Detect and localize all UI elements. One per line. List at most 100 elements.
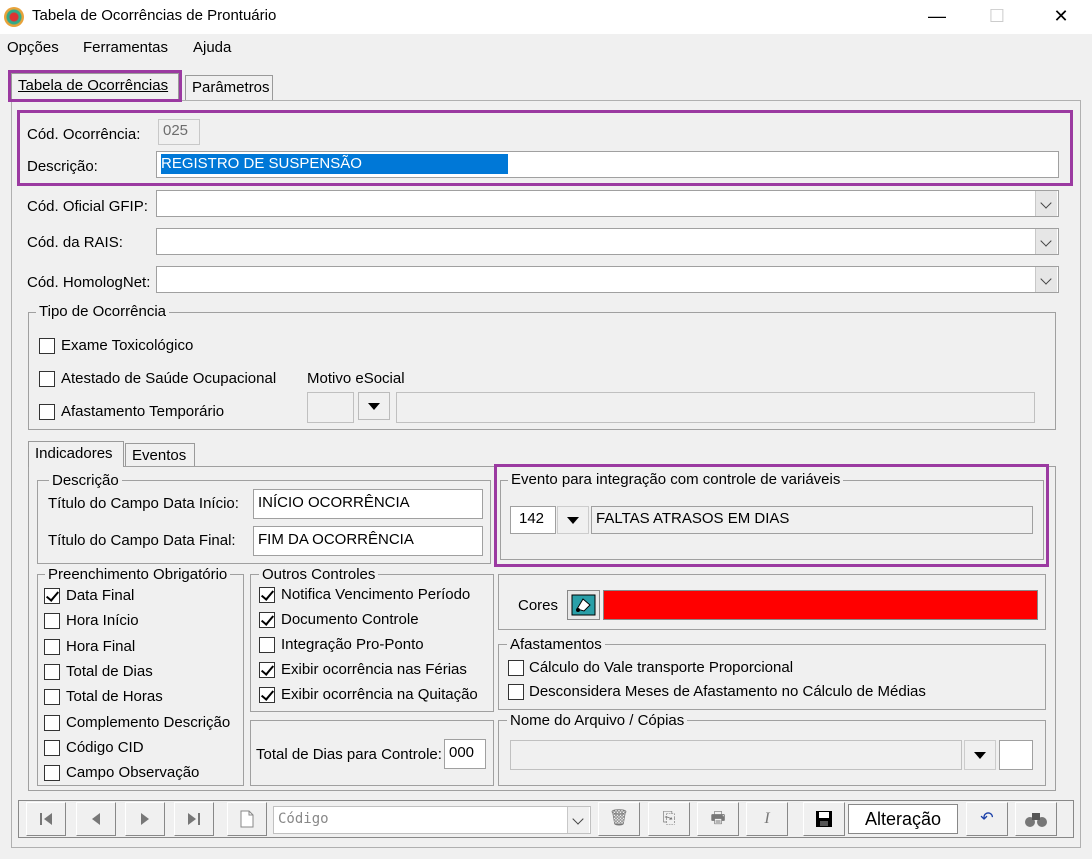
outros-checkbox-0[interactable] (259, 587, 275, 603)
first-record-button[interactable] (26, 802, 66, 836)
tab-label: Parâmetros (192, 79, 270, 96)
tab-parametros[interactable]: Parâmetros (185, 75, 273, 101)
tab-indicadores[interactable]: Indicadores (28, 441, 124, 467)
preenchimento-label-4: Total de Horas (66, 688, 163, 706)
color-swatch[interactable] (603, 590, 1038, 620)
total-dias-input[interactable]: 000 (444, 739, 486, 769)
new-record-button[interactable] (227, 802, 267, 836)
data-inicio-label: Título do Campo Data Início: (48, 495, 239, 512)
rais-dropdown-chevron-icon[interactable] (1035, 229, 1057, 254)
highlight-evento (494, 464, 1049, 567)
homolognet-dropdown-chevron-icon[interactable] (1035, 267, 1057, 292)
outros-checkbox-2[interactable] (259, 637, 275, 653)
motivo-esocial-description[interactable] (396, 392, 1035, 423)
descricao-value: REGISTRO DE SUSPENSÃO (161, 154, 508, 174)
rais-label: Cód. da RAIS: (27, 234, 123, 251)
desconsidera-meses-label: Desconsidera Meses de Afastamento no Cál… (529, 683, 926, 700)
exame-toxicologico-label: Exame Toxicológico (61, 337, 194, 354)
gfip-combo[interactable] (156, 190, 1059, 217)
copias-input[interactable] (999, 740, 1033, 770)
afastamento-temporario-checkbox[interactable] (39, 404, 55, 420)
motivo-esocial-code[interactable] (307, 392, 354, 423)
descricao-input[interactable]: REGISTRO DE SUSPENSÃO (156, 151, 1059, 178)
menu-opcoes[interactable]: Opções (7, 39, 59, 56)
preenchimento-checkbox-5[interactable] (44, 714, 60, 731)
desconsidera-meses-checkbox[interactable] (508, 684, 524, 700)
dropdown-arrow-icon (368, 403, 380, 410)
data-final-label: Título do Campo Data Final: (48, 532, 236, 549)
arquivo-input[interactable] (510, 740, 962, 770)
afastamentos-legend: Afastamentos (507, 636, 605, 653)
preenchimento-legend: Preenchimento Obrigatório (45, 566, 231, 583)
prev-icon (92, 813, 100, 825)
mode-indicator: Alteração (848, 804, 958, 834)
homolognet-combo[interactable] (156, 266, 1059, 293)
menu-ferramentas[interactable]: Ferramentas (83, 39, 168, 56)
menu-ajuda[interactable]: Ajuda (193, 39, 231, 56)
preenchimento-checkbox-0[interactable] (44, 588, 60, 604)
vale-transporte-label: Cálculo do Vale transporte Proporcional (529, 659, 794, 676)
save-button[interactable] (803, 802, 845, 836)
preenchimento-checkbox-2[interactable] (44, 638, 60, 655)
italic-button[interactable]: I (746, 802, 788, 836)
binoculars-icon (1025, 813, 1047, 827)
cod-ocorrencia-label: Cód. Ocorrência: (27, 126, 141, 143)
tab-eventos[interactable]: Eventos (125, 443, 195, 467)
homolognet-label: Cód. HomologNet: (27, 274, 151, 291)
data-inicio-input[interactable]: INÍCIO OCORRÊNCIA (253, 489, 483, 519)
descricao-group-legend: Descrição (49, 472, 122, 489)
outros-checkbox-3[interactable] (259, 662, 275, 678)
new-document-icon (240, 810, 254, 828)
preenchimento-checkbox-4[interactable] (44, 689, 60, 706)
preenchimento-label-1: Hora Início (66, 612, 139, 630)
dropdown-arrow-icon (974, 752, 986, 759)
preenchimento-checkbox-6[interactable] (44, 739, 60, 756)
maximize-button[interactable]: ☐ (974, 0, 1020, 34)
delete-button[interactable]: 🗑 (598, 802, 640, 836)
preenchimento-checkbox-1[interactable] (44, 613, 60, 630)
gfip-dropdown-chevron-icon[interactable] (1035, 191, 1057, 216)
cod-ocorrencia-input[interactable]: 025 (158, 119, 200, 145)
color-picker-button[interactable] (567, 590, 600, 620)
motivo-esocial-label: Motivo eSocial (307, 370, 405, 387)
print-icon: 🖶 (710, 810, 726, 827)
preenchimento-label-5: Complemento Descrição (66, 713, 231, 731)
codigo-dropdown-chevron-icon[interactable] (567, 807, 589, 833)
outros-label-2: Integração Pro-Ponto (281, 636, 424, 653)
atestado-label: Atestado de Saúde Ocupacional (61, 370, 277, 387)
save-icon (816, 811, 832, 827)
minimize-button[interactable]: — (914, 0, 960, 34)
codigo-search-combo[interactable]: Código (273, 806, 591, 834)
exame-toxicologico-checkbox[interactable] (39, 338, 55, 354)
data-final-input[interactable]: FIM DA OCORRÊNCIA (253, 526, 483, 556)
undo-button[interactable]: ↶ (966, 802, 1008, 836)
preenchimento-checkbox-3[interactable] (44, 663, 60, 680)
motivo-esocial-dropdown[interactable] (358, 392, 390, 420)
gfip-label: Cód. Oficial GFIP: (27, 198, 148, 215)
preenchimento-label-6: Código CID (66, 738, 144, 756)
total-dias-label: Total de Dias para Controle: (256, 746, 442, 763)
print-button[interactable]: 🖶 (697, 802, 739, 836)
preenchimento-label-2: Hora Final (66, 637, 136, 655)
copy-button[interactable]: ⎘ (648, 802, 690, 836)
previous-record-button[interactable] (76, 802, 116, 836)
last-record-button[interactable] (174, 802, 214, 836)
outros-checkbox-4[interactable] (259, 687, 275, 703)
app-icon (4, 7, 24, 27)
search-button[interactable] (1015, 802, 1057, 836)
copy-icon: ⎘ (662, 810, 676, 827)
last-icon (188, 813, 200, 825)
outros-label-3: Exibir ocorrência nas Férias (281, 661, 467, 678)
atestado-checkbox[interactable] (39, 371, 55, 387)
rais-combo[interactable] (156, 228, 1059, 255)
next-record-button[interactable] (125, 802, 165, 836)
preenchimento-checkbox-7[interactable] (44, 765, 60, 782)
preenchimento-label-3: Total de Dias (66, 662, 153, 680)
close-button[interactable]: ✕ (1038, 0, 1084, 34)
outros-checkbox-1[interactable] (259, 612, 275, 628)
delete-icon: 🗑 (608, 810, 630, 827)
arquivo-legend: Nome do Arquivo / Cópias (507, 712, 688, 729)
arquivo-dropdown[interactable] (964, 740, 996, 770)
vale-transporte-checkbox[interactable] (508, 660, 524, 676)
paint-bucket-icon (571, 594, 596, 616)
